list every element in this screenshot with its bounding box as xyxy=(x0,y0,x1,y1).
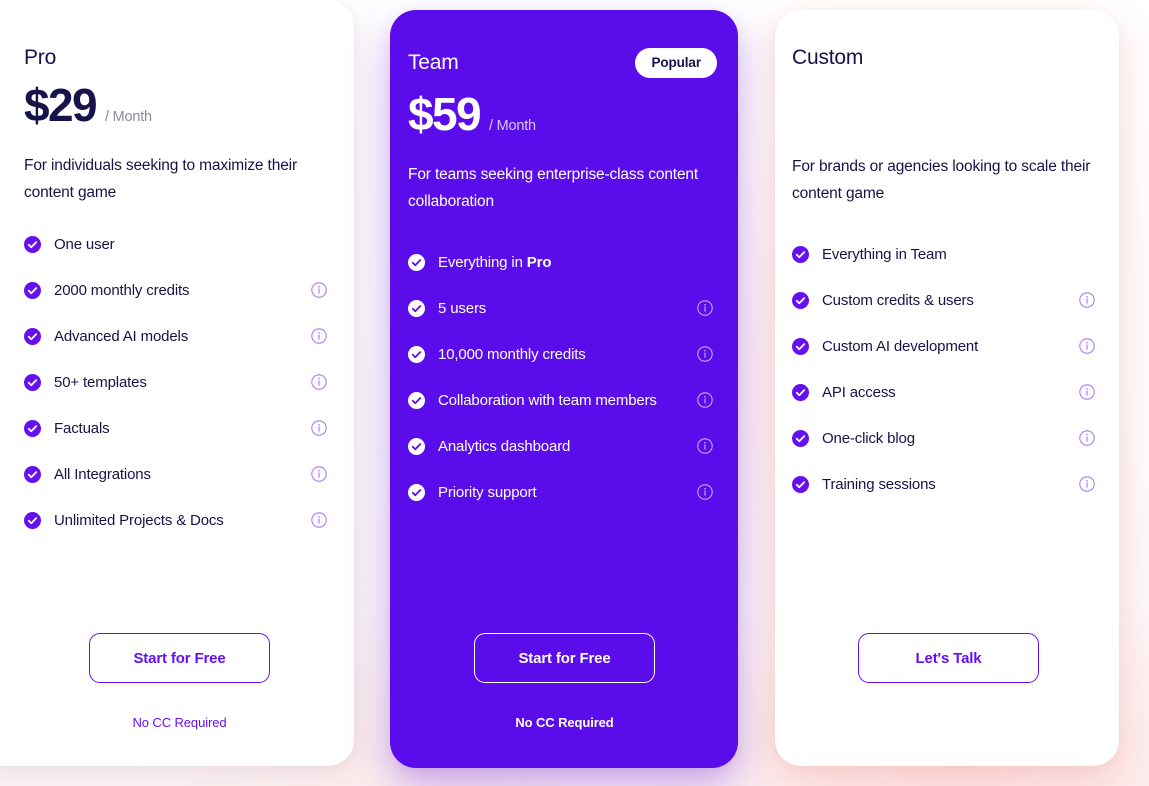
feature-list-team: Everything in Pro 5 users 10,000 monthly… xyxy=(408,239,713,515)
list-item: Custom AI development xyxy=(792,323,1095,369)
cta-button-team[interactable]: Start for Free xyxy=(474,633,655,683)
info-icon[interactable] xyxy=(697,438,713,454)
check-circle-icon xyxy=(24,511,41,529)
list-item: 10,000 monthly credits xyxy=(408,331,713,377)
list-item: 5 users xyxy=(408,285,713,331)
info-icon[interactable] xyxy=(1079,338,1095,354)
price-row-team: $59 / Month xyxy=(408,91,536,137)
feature-label: Everything in Team xyxy=(822,245,947,263)
info-icon[interactable] xyxy=(1079,476,1095,492)
plan-name-pro: Pro xyxy=(24,46,57,69)
list-item: 50+ templates xyxy=(24,359,327,405)
info-icon[interactable] xyxy=(697,346,713,362)
check-circle-icon xyxy=(408,345,425,363)
price-amount-team: $59 xyxy=(408,88,482,140)
feature-label: One user xyxy=(54,235,115,253)
list-item: Everything in Pro xyxy=(408,239,713,285)
check-circle-icon xyxy=(408,253,425,271)
plan-description-custom: For brands or agencies looking to scale … xyxy=(792,158,1091,202)
check-circle-icon xyxy=(24,373,41,391)
info-icon[interactable] xyxy=(697,392,713,408)
price-period-team: / Month xyxy=(488,118,536,134)
list-item: One-click blog xyxy=(792,415,1095,461)
check-circle-icon xyxy=(408,391,425,409)
pricing-plans-container: Pro $29 / Month For individuals seeking … xyxy=(0,0,1149,786)
feature-list-pro: One user 2000 monthly credits Advanced A… xyxy=(24,221,327,543)
pricing-card-team: Team Popular $59 / Month For teams seeki… xyxy=(390,10,738,768)
list-item: Custom credits & users xyxy=(792,277,1095,323)
check-circle-icon xyxy=(792,291,809,309)
price-amount-pro: $29 xyxy=(24,79,98,131)
check-circle-icon xyxy=(792,383,809,401)
check-circle-icon xyxy=(792,475,809,493)
price-period-pro: / Month xyxy=(104,109,152,125)
pricing-card-custom: Custom For brands or agencies looking to… xyxy=(775,10,1119,766)
feature-label: All Integrations xyxy=(54,465,151,483)
cta-note-pro: No CC Required xyxy=(132,715,227,730)
plan-description-pro: For individuals seeking to maximize thei… xyxy=(24,157,297,201)
list-item: API access xyxy=(792,369,1095,415)
feature-label: Priority support xyxy=(438,483,537,501)
check-circle-icon xyxy=(24,419,41,437)
info-icon[interactable] xyxy=(1079,384,1095,400)
check-circle-icon xyxy=(24,465,41,483)
plan-description-team: For teams seeking enterprise-class conte… xyxy=(408,166,699,210)
info-icon[interactable] xyxy=(311,374,327,390)
list-item: 2000 monthly credits xyxy=(24,267,327,313)
info-icon[interactable] xyxy=(311,328,327,344)
cta-button-custom[interactable]: Let's Talk xyxy=(858,633,1039,683)
feature-label: Collaboration with team members xyxy=(438,391,657,409)
feature-label: 10,000 monthly credits xyxy=(438,345,586,363)
info-icon[interactable] xyxy=(311,282,327,298)
info-icon[interactable] xyxy=(1079,430,1095,446)
feature-label: Factuals xyxy=(54,419,110,437)
pricing-card-pro: Pro $29 / Month For individuals seeking … xyxy=(0,0,354,766)
check-circle-icon xyxy=(792,245,809,263)
feature-label: 5 users xyxy=(438,299,487,317)
feature-label: 50+ templates xyxy=(54,373,147,391)
list-item: Everything in Team xyxy=(792,231,1095,277)
feature-label: Advanced AI models xyxy=(54,327,189,345)
info-icon[interactable] xyxy=(697,300,713,316)
info-icon[interactable] xyxy=(311,466,327,482)
check-circle-icon xyxy=(408,299,425,317)
list-item: One user xyxy=(24,221,327,267)
info-icon[interactable] xyxy=(311,512,327,528)
plan-name-team: Team xyxy=(408,51,459,74)
check-circle-icon xyxy=(24,235,41,253)
check-circle-icon xyxy=(24,327,41,345)
feature-label: Analytics dashboard xyxy=(438,437,571,455)
list-item: Priority support xyxy=(408,469,713,515)
check-circle-icon xyxy=(792,429,809,447)
list-item: Collaboration with team members xyxy=(408,377,713,423)
feature-label: Custom AI development xyxy=(822,337,979,355)
check-circle-icon xyxy=(792,337,809,355)
feature-list-custom: Everything in Team Custom credits & user… xyxy=(792,231,1095,507)
list-item: Advanced AI models xyxy=(24,313,327,359)
status-badge-popular: Popular xyxy=(635,48,717,78)
list-item: Factuals xyxy=(24,405,327,451)
info-icon[interactable] xyxy=(311,420,327,436)
info-icon[interactable] xyxy=(697,484,713,500)
feature-label: Everything in Pro xyxy=(438,253,552,271)
list-item: Training sessions xyxy=(792,461,1095,507)
feature-label: Unlimited Projects & Docs xyxy=(54,511,224,529)
info-icon[interactable] xyxy=(1079,292,1095,308)
feature-label: Custom credits & users xyxy=(822,291,974,309)
plan-name-custom: Custom xyxy=(792,46,864,69)
list-item: Unlimited Projects & Docs xyxy=(24,497,327,543)
list-item: Analytics dashboard xyxy=(408,423,713,469)
price-row-pro: $29 / Month xyxy=(24,82,152,128)
feature-label: API access xyxy=(822,383,896,401)
feature-label: 2000 monthly credits xyxy=(54,281,190,299)
check-circle-icon xyxy=(408,437,425,455)
cta-note-team: No CC Required xyxy=(515,715,614,730)
feature-label: Training sessions xyxy=(822,475,936,493)
check-circle-icon xyxy=(408,483,425,501)
cta-button-pro[interactable]: Start for Free xyxy=(89,633,270,683)
feature-label: One-click blog xyxy=(822,429,915,447)
list-item: All Integrations xyxy=(24,451,327,497)
check-circle-icon xyxy=(24,281,41,299)
